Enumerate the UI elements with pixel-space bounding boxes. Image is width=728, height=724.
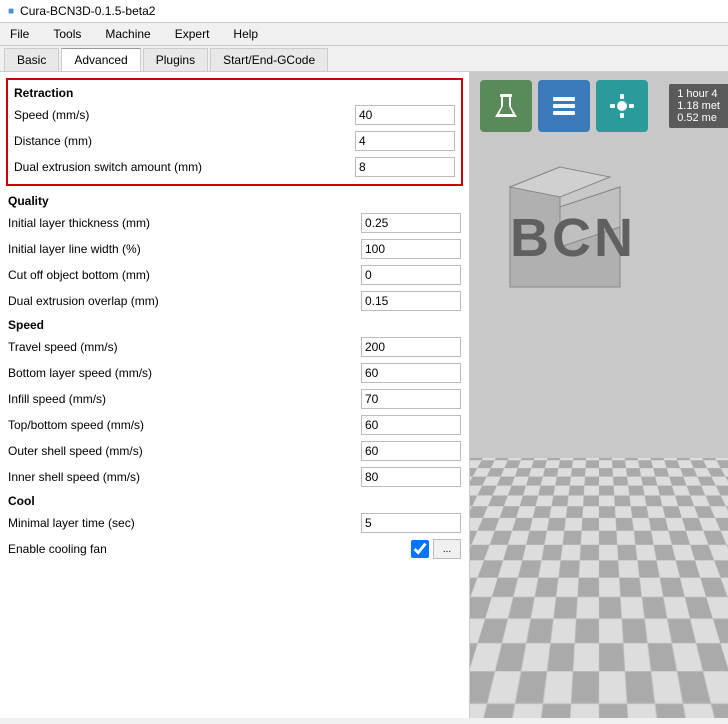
menu-expert[interactable]: Expert	[169, 25, 216, 43]
retraction-speed-input[interactable]	[355, 105, 455, 125]
speed-bottom-label: Bottom layer speed (mm/s)	[8, 366, 361, 380]
right-panel-icons	[480, 80, 648, 132]
speed-topbottom-row: Top/bottom speed (mm/s)	[6, 412, 463, 438]
tab-startend[interactable]: Start/End-GCode	[210, 48, 328, 71]
title-bar: ■ Cura-BCN3D-0.1.5-beta2	[0, 0, 728, 23]
speed-bottom-input[interactable]	[361, 363, 461, 383]
speed-outershell-input[interactable]	[361, 441, 461, 461]
quality-initial-linewidth-input[interactable]	[361, 239, 461, 259]
cool-header: Cool	[6, 490, 463, 510]
title-bar-icon: ■	[8, 6, 14, 17]
speed-bottom-row: Bottom layer speed (mm/s)	[6, 360, 463, 386]
bcn-label: BCN	[510, 207, 636, 269]
speed-infill-row: Infill speed (mm/s)	[6, 386, 463, 412]
speed-infill-input[interactable]	[361, 389, 461, 409]
title-bar-text: Cura-BCN3D-0.1.5-beta2	[20, 4, 155, 18]
tab-basic[interactable]: Basic	[4, 48, 59, 71]
quality-cutoff-row: Cut off object bottom (mm)	[6, 262, 463, 288]
speed-travel-label: Travel speed (mm/s)	[8, 340, 361, 354]
cool-minlayer-row: Minimal layer time (sec)	[6, 510, 463, 536]
tab-advanced[interactable]: Advanced	[61, 48, 140, 71]
cool-fan-row: Enable cooling fan ...	[6, 536, 463, 562]
retraction-dual-label: Dual extrusion switch amount (mm)	[14, 160, 355, 174]
menu-tools[interactable]: Tools	[47, 25, 87, 43]
retraction-dual-input[interactable]	[355, 157, 455, 177]
menu-file[interactable]: File	[4, 25, 35, 43]
retraction-distance-label: Distance (mm)	[14, 134, 355, 148]
speed-outershell-label: Outer shell speed (mm/s)	[8, 444, 361, 458]
checkerboard-svg	[470, 458, 728, 718]
cool-minlayer-input[interactable]	[361, 513, 461, 533]
retraction-header: Retraction	[12, 82, 457, 102]
cool-fan-dots-button[interactable]: ...	[433, 539, 461, 559]
quality-initial-thickness-row: Initial layer thickness (mm)	[6, 210, 463, 236]
stat-line1: 1 hour 4	[677, 88, 720, 100]
speed-innershell-label: Inner shell speed (mm/s)	[8, 470, 361, 484]
right-panel: 1 hour 4 1.18 met 0.52 me BCN	[470, 72, 728, 718]
speed-section: Speed Travel speed (mm/s) Bottom layer s…	[6, 314, 463, 490]
settings-icon[interactable]	[596, 80, 648, 132]
quality-cutoff-input[interactable]	[361, 265, 461, 285]
retraction-dual-row: Dual extrusion switch amount (mm)	[12, 154, 457, 180]
cool-fan-controls: ...	[411, 539, 461, 559]
speed-outershell-row: Outer shell speed (mm/s)	[6, 438, 463, 464]
left-panel: Retraction Speed (mm/s) Distance (mm) Du…	[0, 72, 470, 718]
layers-icon[interactable]	[538, 80, 590, 132]
quality-header: Quality	[6, 190, 463, 210]
speed-header: Speed	[6, 314, 463, 334]
cool-section: Cool Minimal layer time (sec) Enable coo…	[6, 490, 463, 562]
right-panel-stats: 1 hour 4 1.18 met 0.52 me	[669, 84, 728, 128]
stat-line2: 1.18 met	[677, 100, 720, 112]
speed-infill-label: Infill speed (mm/s)	[8, 392, 361, 406]
checkerboard-floor	[470, 458, 728, 718]
retraction-section: Retraction Speed (mm/s) Distance (mm) Du…	[6, 78, 463, 186]
tabs-bar: Basic Advanced Plugins Start/End-GCode	[0, 46, 728, 72]
quality-dual-overlap-row: Dual extrusion overlap (mm)	[6, 288, 463, 314]
quality-dual-overlap-input[interactable]	[361, 291, 461, 311]
stat-line3: 0.52 me	[677, 112, 720, 124]
retraction-speed-label: Speed (mm/s)	[14, 108, 355, 122]
speed-innershell-input[interactable]	[361, 467, 461, 487]
speed-topbottom-label: Top/bottom speed (mm/s)	[8, 418, 361, 432]
speed-travel-row: Travel speed (mm/s)	[6, 334, 463, 360]
main-layout: Retraction Speed (mm/s) Distance (mm) Du…	[0, 72, 728, 718]
quality-dual-overlap-label: Dual extrusion overlap (mm)	[8, 294, 361, 308]
retraction-speed-row: Speed (mm/s)	[12, 102, 457, 128]
cool-fan-checkbox[interactable]	[411, 540, 429, 558]
menu-help[interactable]: Help	[227, 25, 264, 43]
quality-initial-linewidth-label: Initial layer line width (%)	[8, 242, 361, 256]
tab-plugins[interactable]: Plugins	[143, 48, 208, 71]
speed-innershell-row: Inner shell speed (mm/s)	[6, 464, 463, 490]
quality-initial-thickness-label: Initial layer thickness (mm)	[8, 216, 361, 230]
quality-initial-linewidth-row: Initial layer line width (%)	[6, 236, 463, 262]
cool-minlayer-label: Minimal layer time (sec)	[8, 516, 361, 530]
speed-topbottom-input[interactable]	[361, 415, 461, 435]
quality-section: Quality Initial layer thickness (mm) Ini…	[6, 190, 463, 314]
speed-travel-input[interactable]	[361, 337, 461, 357]
cool-fan-label: Enable cooling fan	[8, 542, 411, 556]
quality-initial-thickness-input[interactable]	[361, 213, 461, 233]
menu-machine[interactable]: Machine	[99, 25, 156, 43]
flask-icon[interactable]	[480, 80, 532, 132]
retraction-distance-row: Distance (mm)	[12, 128, 457, 154]
retraction-distance-input[interactable]	[355, 131, 455, 151]
menu-bar: File Tools Machine Expert Help	[0, 23, 728, 46]
quality-cutoff-label: Cut off object bottom (mm)	[8, 268, 361, 282]
